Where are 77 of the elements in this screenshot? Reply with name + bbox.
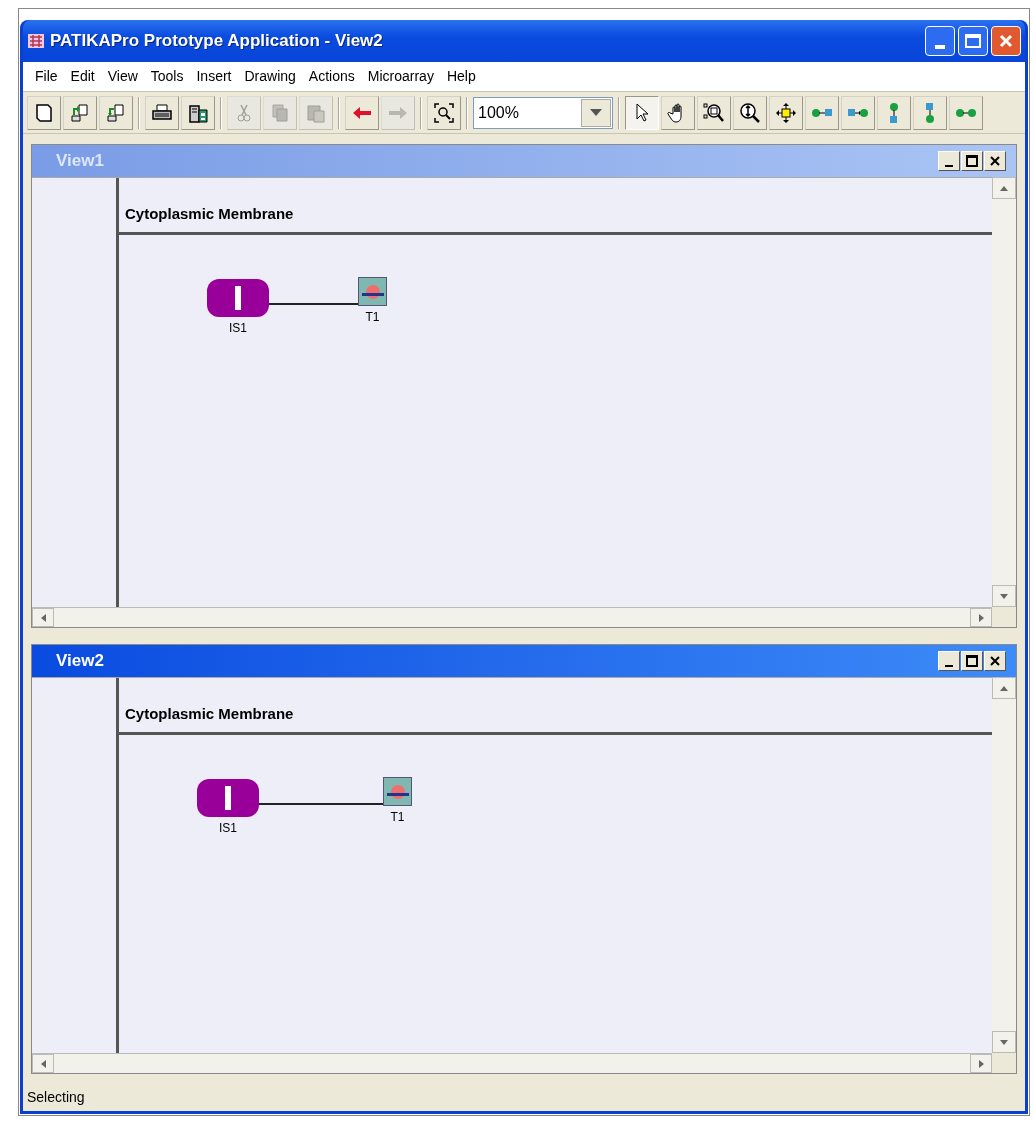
- window-title: PATIKAPro Prototype Application - View2: [50, 30, 383, 53]
- close-icon: [990, 156, 1000, 166]
- scroll-down-icon: [1000, 1039, 1008, 1045]
- import-button[interactable]: [63, 95, 97, 130]
- menu-item[interactable]: View: [101, 66, 144, 87]
- link-button[interactable]: [913, 95, 947, 130]
- node-label: T1: [365, 309, 380, 326]
- move-button[interactable]: [769, 95, 803, 130]
- horizontal-scrollbar[interactable]: [32, 1053, 992, 1073]
- scroll-right-icon: [978, 613, 984, 622]
- copy-icon: [269, 101, 291, 124]
- node-label: IS1: [219, 820, 237, 837]
- maximize-icon: [965, 34, 981, 48]
- link-button[interactable]: [841, 95, 875, 130]
- scroll-up-icon: [1000, 685, 1008, 691]
- close-icon: [999, 34, 1013, 48]
- scroll-down-icon: [1000, 593, 1008, 599]
- menu-item[interactable]: Insert: [190, 66, 238, 87]
- frame-title: View2: [55, 650, 104, 673]
- document-icon: [33, 101, 55, 124]
- frame-title: View1: [55, 150, 104, 173]
- link-button[interactable]: [949, 95, 983, 130]
- compartment-label: Cytoplasmic Membrane: [125, 705, 294, 722]
- node-label: IS1: [229, 320, 247, 337]
- vertical-scrollbar[interactable]: [992, 677, 1016, 1053]
- app-logo-icon: [27, 32, 45, 50]
- magnifier-icon: [739, 101, 761, 124]
- menu-item[interactable]: Edit: [64, 66, 101, 87]
- minimize-button[interactable]: [938, 151, 960, 171]
- menu-item[interactable]: Actions: [302, 66, 361, 87]
- new-button[interactable]: [27, 95, 61, 130]
- export-button[interactable]: [99, 95, 133, 130]
- zoom-combo-box[interactable]: 100%: [473, 96, 613, 129]
- menu-item[interactable]: Help: [440, 66, 482, 87]
- document-arrow-icon: [105, 101, 127, 124]
- menu-item[interactable]: Microarray: [361, 66, 440, 87]
- minimize-icon: [945, 165, 953, 167]
- minimize-button[interactable]: [938, 651, 960, 671]
- close-button[interactable]: [984, 151, 1006, 171]
- maximize-button[interactable]: [961, 151, 983, 171]
- maximize-icon: [966, 655, 978, 667]
- fit-zoom-button[interactable]: [427, 95, 461, 130]
- magnifier-icon: [433, 101, 455, 124]
- minimize-icon: [935, 45, 945, 49]
- menu-item[interactable]: Tools: [144, 66, 190, 87]
- transition-icon: [360, 282, 385, 301]
- node-label: T1: [390, 809, 405, 826]
- bar-icon: [235, 286, 241, 310]
- scroll-left-icon: [40, 1059, 46, 1068]
- scroll-right-icon: [978, 1059, 984, 1068]
- status-text: Selecting: [27, 1087, 85, 1107]
- menu-item[interactable]: File: [29, 66, 64, 87]
- transition-icon: [385, 782, 410, 801]
- minimize-icon: [945, 665, 953, 667]
- maximize-button[interactable]: [961, 651, 983, 671]
- zoom-button[interactable]: [733, 95, 767, 130]
- select-button[interactable]: [625, 95, 659, 130]
- dropdown-arrow-icon: [590, 109, 602, 116]
- scroll-up-icon: [1000, 185, 1008, 191]
- menu-item[interactable]: Drawing: [238, 66, 302, 87]
- close-icon: [990, 656, 1000, 666]
- vertical-scrollbar[interactable]: [992, 177, 1016, 607]
- move-icon: [775, 101, 797, 124]
- zoom-box-button[interactable]: [697, 95, 731, 130]
- scroll-left-icon: [40, 613, 46, 622]
- magnifier-icon: [703, 101, 725, 124]
- document-arrow-icon: [69, 101, 91, 124]
- print-button[interactable]: [145, 95, 179, 130]
- compartment-label: Cytoplasmic Membrane: [125, 205, 294, 222]
- bar-icon: [225, 786, 231, 810]
- maximize-icon: [966, 155, 978, 167]
- close-button[interactable]: [984, 651, 1006, 671]
- print-preview-button[interactable]: [181, 95, 215, 130]
- pan-button[interactable]: [661, 95, 695, 130]
- horizontal-scrollbar[interactable]: [32, 607, 992, 627]
- link-button[interactable]: [877, 95, 911, 130]
- back-button[interactable]: [345, 95, 379, 130]
